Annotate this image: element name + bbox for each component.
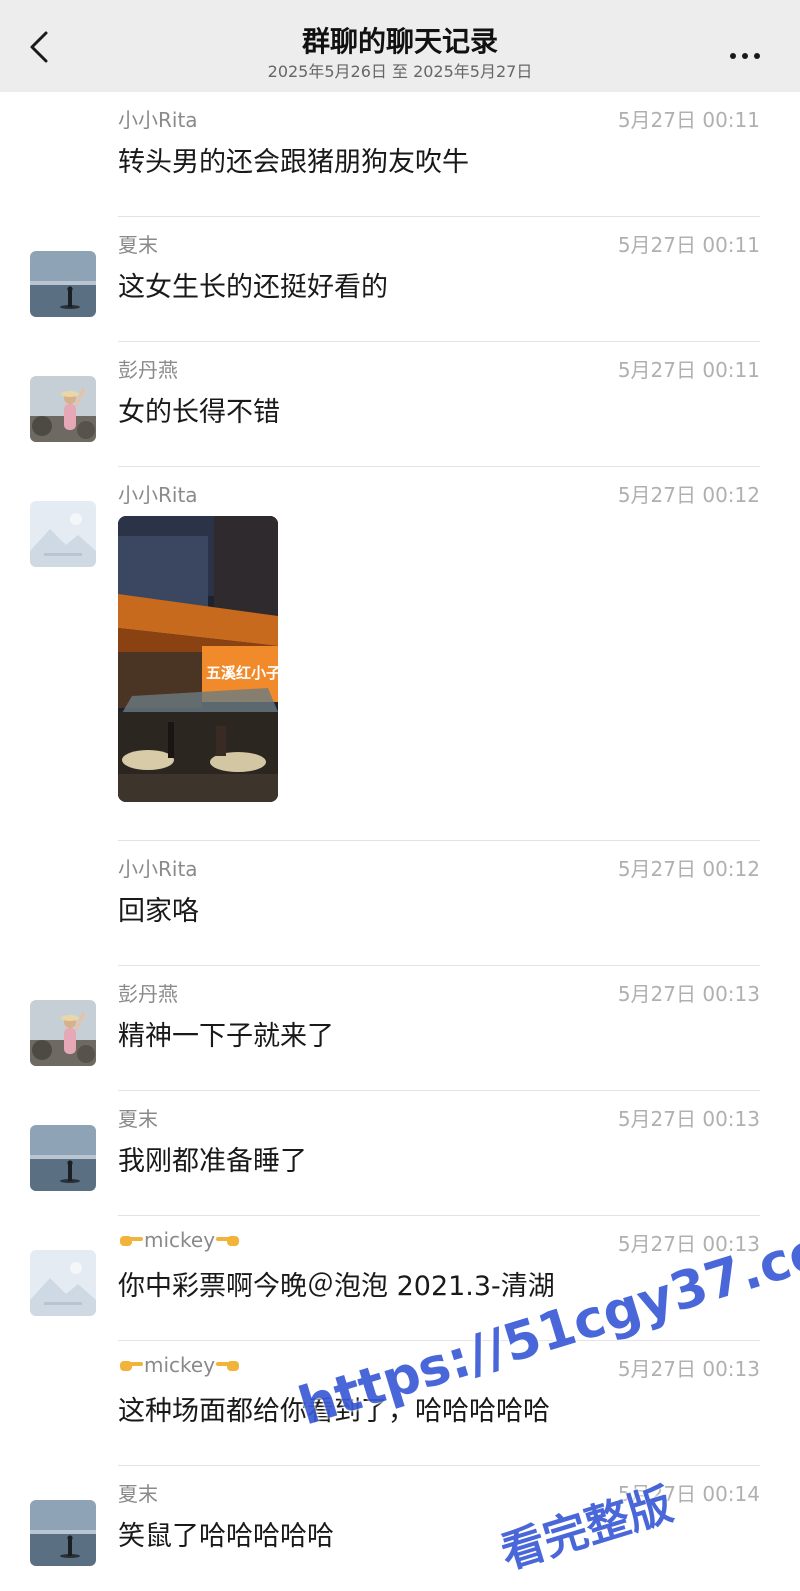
message-text: 笑鼠了哈哈哈哈哈 bbox=[118, 1521, 334, 1552]
sender-name: 彭丹燕 bbox=[118, 982, 178, 1006]
message-time: 5月27日 00:11 bbox=[617, 358, 760, 382]
message-item[interactable]: 小小Rita 5月27日 00:12 回家咯 bbox=[0, 841, 800, 966]
sender-name: 彭丹燕 bbox=[118, 358, 178, 382]
message-item[interactable]: 彭丹燕 5月27日 00:11 女的长得不错 bbox=[0, 342, 800, 467]
message-item[interactable]: 小小Rita 5月27日 00:11 转头男的还会跟猪朋狗友吹牛 bbox=[0, 92, 800, 217]
sender-name: 夏末 bbox=[118, 1482, 158, 1506]
more-options-icon[interactable] bbox=[730, 44, 766, 59]
pointing-left-hand-icon bbox=[216, 1236, 240, 1246]
message-text: 我刚都准备睡了 bbox=[118, 1146, 307, 1177]
message-time: 5月27日 00:13 bbox=[617, 1357, 760, 1381]
date-range: 2025年5月26日 至 2025年5月27日 bbox=[267, 62, 533, 81]
sender-name: 夏末 bbox=[118, 233, 158, 257]
avatar[interactable] bbox=[30, 1125, 96, 1191]
message-time: 5月27日 00:13 bbox=[617, 982, 760, 1006]
message-item[interactable]: 夏末 5月27日 00:13 我刚都准备睡了 bbox=[0, 1091, 800, 1216]
sender-name: mickey bbox=[118, 1228, 241, 1252]
avatar[interactable] bbox=[30, 376, 96, 442]
pointing-right-hand-icon bbox=[120, 1361, 143, 1371]
pointing-right-hand-icon bbox=[120, 1236, 143, 1246]
avatar-placeholder[interactable] bbox=[30, 1250, 96, 1316]
shop-sign-text: 五溪红小子 bbox=[206, 664, 278, 682]
page-title: 群聊的聊天记录 bbox=[301, 25, 498, 58]
sender-name: 夏末 bbox=[118, 1107, 158, 1131]
message-item[interactable]: 夏末 5月27日 00:14 笑鼠了哈哈哈哈哈 bbox=[0, 1466, 800, 1591]
message-text: 精神一下子就来了 bbox=[118, 1021, 334, 1052]
message-time: 5月27日 00:12 bbox=[617, 483, 760, 507]
sender-name: mickey bbox=[118, 1353, 241, 1377]
title-bar: 群聊的聊天记录 2025年5月26日 至 2025年5月27日 bbox=[0, 0, 800, 92]
message-time: 5月27日 00:11 bbox=[617, 233, 760, 257]
sender-name: 小小Rita bbox=[118, 857, 198, 881]
avatar-placeholder[interactable] bbox=[30, 501, 96, 567]
shared-photo[interactable]: 五溪红小子 bbox=[118, 516, 278, 802]
avatar[interactable] bbox=[30, 1500, 96, 1566]
message-item[interactable]: 夏末 5月27日 00:11 这女生长的还挺好看的 bbox=[0, 217, 800, 342]
message-text: 转头男的还会跟猪朋狗友吹牛 bbox=[118, 147, 469, 178]
sender-name: 小小Rita bbox=[118, 108, 198, 132]
avatar[interactable] bbox=[30, 1000, 96, 1066]
message-text: 女的长得不错 bbox=[118, 397, 280, 428]
message-time: 5月27日 00:12 bbox=[617, 857, 760, 881]
message-time: 5月27日 00:11 bbox=[617, 108, 760, 132]
message-item[interactable]: 彭丹燕 5月27日 00:13 精神一下子就来了 bbox=[0, 966, 800, 1091]
message-time: 5月27日 00:13 bbox=[617, 1107, 760, 1131]
pointing-left-hand-icon bbox=[216, 1361, 240, 1371]
message-text: 这女生长的还挺好看的 bbox=[118, 272, 388, 303]
avatar[interactable] bbox=[30, 251, 96, 317]
sender-name: 小小Rita bbox=[118, 483, 198, 507]
message-text: 回家咯 bbox=[118, 896, 199, 927]
message-text: 你中彩票啊今晚＠泡泡 2021.3-清湖 bbox=[118, 1271, 555, 1302]
message-item[interactable]: 小小Rita 5月27日 00:12 五溪红小子 bbox=[0, 467, 800, 841]
